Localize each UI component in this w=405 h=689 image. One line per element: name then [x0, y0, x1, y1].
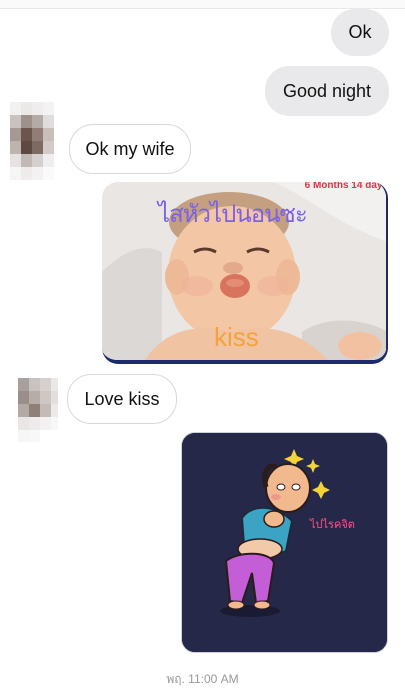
message-text: Ok — [348, 22, 372, 42]
contact-avatar[interactable] — [10, 102, 54, 180]
outgoing-message-bubble[interactable]: Good night — [265, 66, 389, 116]
sticker-thai-caption: ไปไรคจิต — [310, 518, 355, 531]
incoming-message-bubble[interactable]: Ok my wife — [69, 124, 191, 174]
incoming-message-bubble[interactable]: Love kiss — [67, 374, 177, 424]
photo-kiss-caption: kiss — [214, 322, 259, 352]
sticker-message[interactable]: ไปไรคจิต — [181, 432, 388, 653]
outgoing-message-bubble[interactable]: Ok — [331, 9, 389, 56]
top-edge — [0, 0, 405, 9]
message-timestamp: พฤ. 11:00 AM — [166, 672, 239, 686]
photo-age-label: 6 Months 14 days — [304, 182, 388, 191]
cartoon-man-sticker — [182, 433, 387, 652]
contact-avatar[interactable] — [18, 378, 58, 442]
message-text: Good night — [282, 80, 372, 101]
baby-photo-message[interactable]: ไสหัวไปนอนซะ 6 Months 14 days kiss — [102, 182, 388, 364]
message-text: Love kiss — [84, 388, 160, 409]
photo-thai-caption: ไสหัวไปนอนซะ — [158, 200, 308, 228]
message-text: Ok my wife — [85, 138, 175, 159]
